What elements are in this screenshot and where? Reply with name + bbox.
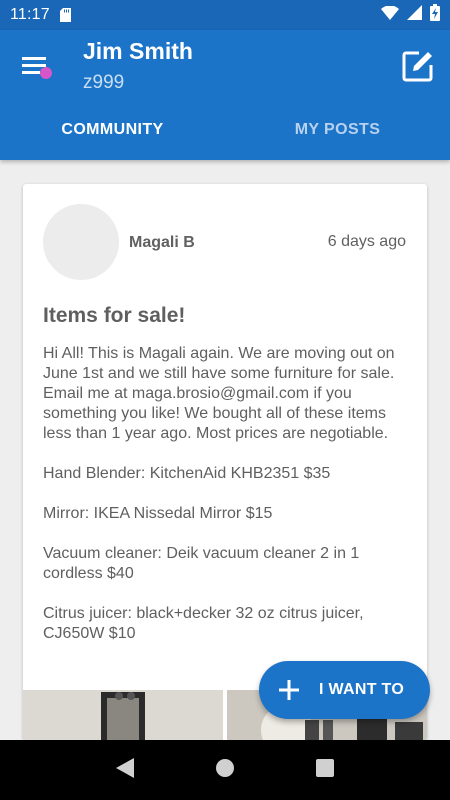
battery-charging-icon xyxy=(430,4,440,26)
notification-dot xyxy=(40,67,52,79)
user-id: z999 xyxy=(83,72,125,93)
status-time: 11:17 xyxy=(10,6,50,23)
navigation-bar xyxy=(0,740,450,800)
tab-community[interactable]: COMMUNITY xyxy=(0,112,225,160)
fab-label: I WANT TO xyxy=(319,681,405,698)
post-item: Vacuum cleaner: Deik vacuum cleaner 2 in… xyxy=(43,545,360,582)
i-want-to-button[interactable]: I WANT TO xyxy=(259,661,430,719)
tab-my-posts[interactable]: MY POSTS xyxy=(225,112,450,160)
edit-icon xyxy=(400,51,436,88)
post-item: Citrus juicer: black+decker 32 oz citrus… xyxy=(43,605,364,642)
recents-icon xyxy=(316,758,334,782)
back-icon xyxy=(116,757,134,783)
signal-icon xyxy=(407,5,422,25)
post-author: Magali B xyxy=(129,234,195,251)
status-bar: 11:17 xyxy=(0,0,450,30)
wifi-icon xyxy=(381,4,399,25)
avatar xyxy=(43,204,119,280)
post-item: Hand Blender: KitchenAid KHB2351 $35 xyxy=(43,465,331,482)
edit-button[interactable] xyxy=(400,48,436,84)
post-photo-mirror[interactable] xyxy=(23,690,223,740)
home-icon xyxy=(216,758,234,782)
app-bar: Jim Smith z999 COMMUNITY MY POSTS xyxy=(0,30,450,160)
post-title: Items for sale! xyxy=(43,304,186,327)
post-card[interactable]: Magali B 6 days ago Items for sale! Hi A… xyxy=(23,184,427,740)
home-button[interactable] xyxy=(205,750,245,790)
post-item: Mirror: IKEA Nissedal Mirror $15 xyxy=(43,505,273,522)
recents-button[interactable] xyxy=(305,750,345,790)
post-body: Hi All! This is Magali again. We are mov… xyxy=(43,344,413,644)
status-icons xyxy=(381,4,440,26)
user-name: Jim Smith xyxy=(83,38,193,64)
sd-card-icon xyxy=(59,8,71,22)
post-paragraph: Hi All! This is Magali again. We are mov… xyxy=(43,345,395,442)
post-time: 6 days ago xyxy=(327,233,406,250)
plus-icon xyxy=(279,680,299,700)
back-button[interactable] xyxy=(105,750,145,790)
tab-bar: COMMUNITY MY POSTS xyxy=(0,112,450,160)
menu-button[interactable] xyxy=(22,55,56,85)
